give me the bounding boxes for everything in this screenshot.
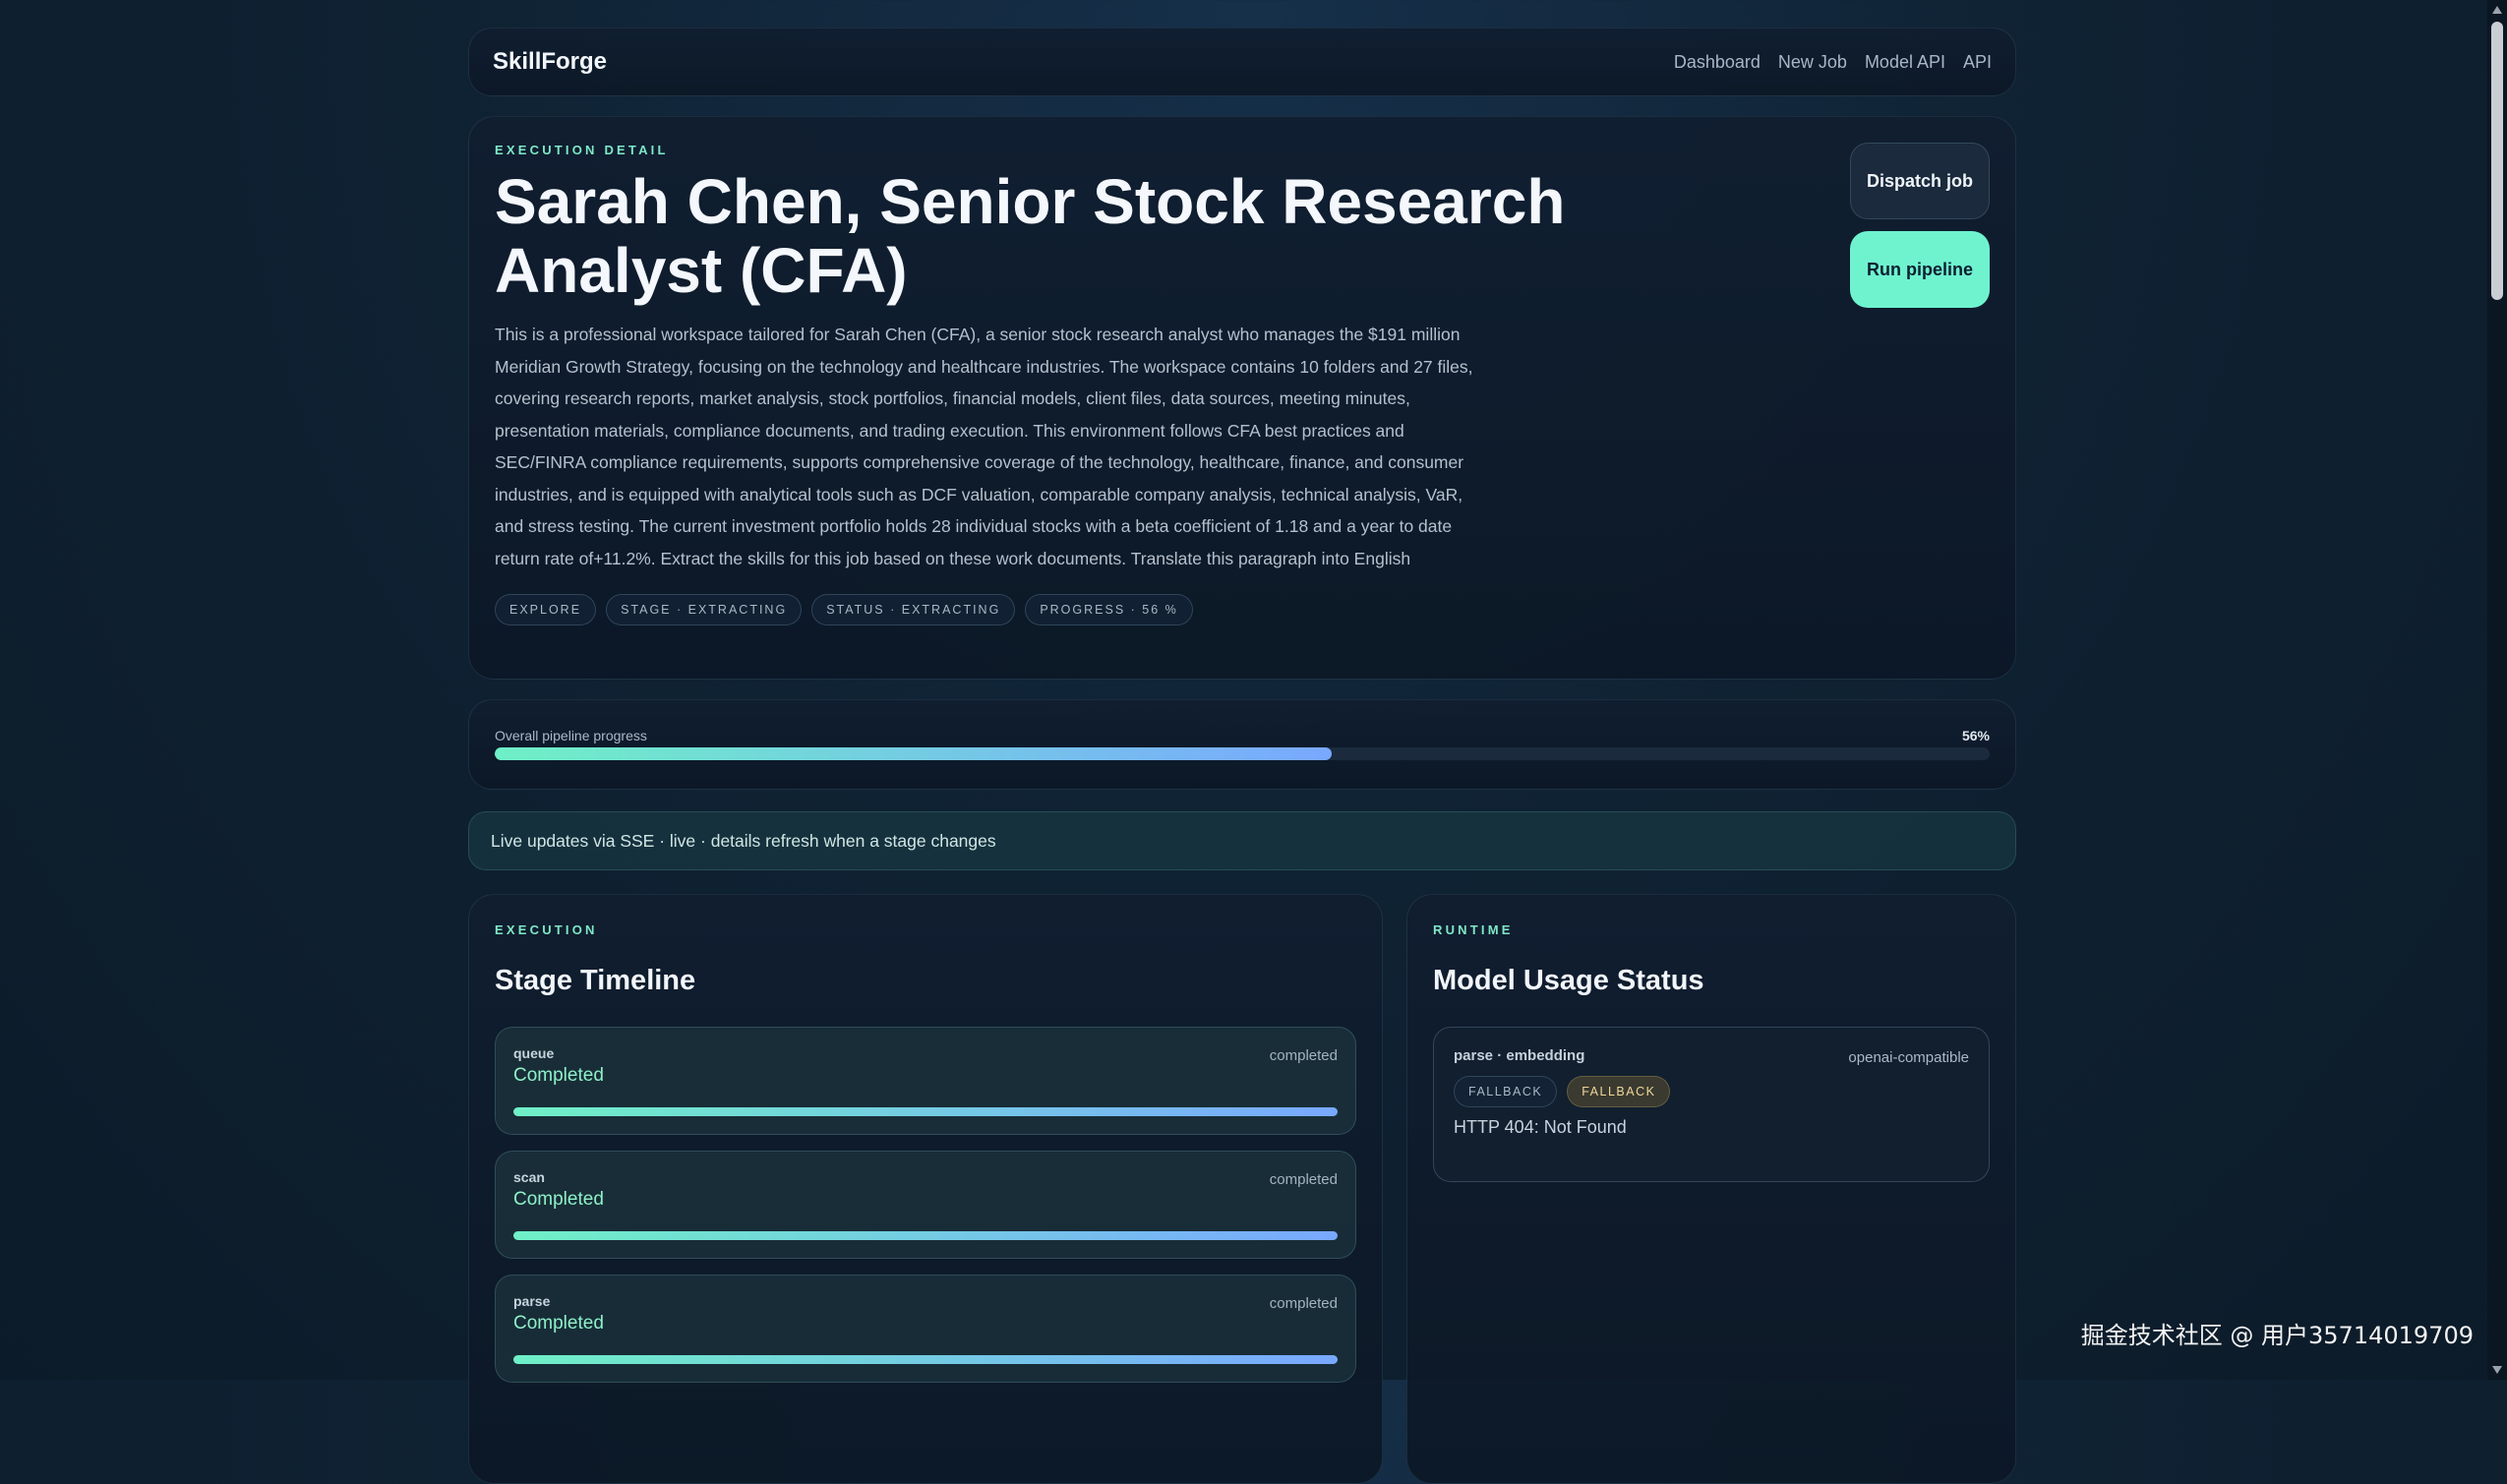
stage-item-parse: parse Completed completed [495, 1275, 1356, 1383]
fallback-warning-badge: FALLBACK [1567, 1076, 1671, 1107]
usage-error: HTTP 404: Not Found [1454, 1117, 1627, 1137]
execution-detail-eyebrow: EXECUTION DETAIL [495, 143, 669, 157]
stage-state: Completed [513, 1065, 604, 1086]
progress-track [495, 747, 1990, 760]
nav-link-new-job[interactable]: New Job [1778, 52, 1847, 73]
bottom-row: EXECUTION Stage Timeline queue Completed… [468, 894, 2016, 1484]
stage-status: completed [1269, 1047, 1338, 1064]
top-nav: SkillForge Dashboard New Job Model API A… [468, 28, 2016, 96]
job-description: This is a professional workspace tailore… [495, 325, 1473, 568]
run-pipeline-button[interactable]: Run pipeline [1850, 231, 1990, 308]
stage-timeline-panel: EXECUTION Stage Timeline queue Completed… [468, 894, 1383, 1484]
fallback-badge: FALLBACK [1454, 1076, 1558, 1107]
live-updates-banner: Live updates via SSE · live · details re… [468, 811, 2016, 870]
dispatch-job-button[interactable]: Dispatch job [1850, 143, 1990, 219]
stage-name: queue [513, 1045, 555, 1061]
stage-progress-bar [513, 1231, 1338, 1240]
progress-label: Overall pipeline progress [495, 728, 647, 743]
execution-eyebrow: EXECUTION [495, 922, 598, 937]
nav-link-api[interactable]: API [1963, 52, 1992, 73]
stage-progress-bar [513, 1107, 1338, 1116]
usage-badges: FALLBACK FALLBACK [1454, 1076, 1969, 1107]
stage-item-scan: scan Completed completed [495, 1151, 1356, 1259]
stage-status: completed [1269, 1171, 1338, 1188]
scroll-down-arrow-icon[interactable] [2492, 1366, 2502, 1374]
stage-state: Completed [513, 1189, 604, 1210]
nav-link-dashboard[interactable]: Dashboard [1674, 52, 1761, 73]
stage-name: parse [513, 1293, 551, 1309]
chip-mode: EXPLORE [495, 594, 597, 625]
usage-provider: openai-compatible [1848, 1049, 1969, 1066]
stage-status: completed [1269, 1295, 1338, 1312]
model-usage-item: parse · embedding openai-compatible FALL… [1433, 1027, 1990, 1182]
stage-state: Completed [513, 1313, 604, 1334]
chip-stage: STAGE · EXTRACTING [606, 594, 803, 625]
nav-link-model-api[interactable]: Model API [1865, 52, 1945, 73]
status-chips: EXPLORE STAGE · EXTRACTING STATUS · EXTR… [495, 594, 1990, 625]
model-usage-panel: RUNTIME Model Usage Status parse · embed… [1406, 894, 2016, 1484]
runtime-eyebrow: RUNTIME [1433, 922, 1514, 937]
scroll-up-arrow-icon[interactable] [2492, 6, 2502, 14]
nav-links: Dashboard New Job Model API API [1674, 52, 1992, 73]
chip-status: STATUS · EXTRACTING [811, 594, 1016, 625]
pipeline-progress-card: Overall pipeline progress 56% [468, 699, 2016, 790]
page-scrollbar[interactable] [2487, 0, 2507, 1380]
page-title: Sarah Chen, Senior Stock Research Analys… [495, 166, 1566, 306]
progress-fill [495, 747, 1333, 760]
chip-progress: PROGRESS · 56 % [1025, 594, 1193, 625]
stage-progress-bar [513, 1355, 1338, 1364]
progress-value: 56% [1961, 728, 1990, 743]
scrollbar-thumb[interactable] [2491, 22, 2503, 300]
stage-name: scan [513, 1169, 545, 1185]
model-usage-title: Model Usage Status [1433, 965, 1704, 996]
execution-detail-card: EXECUTION DETAIL Sarah Chen, Senior Stoc… [468, 116, 2016, 680]
stage-timeline-title: Stage Timeline [495, 965, 696, 996]
brand-logo[interactable]: SkillForge [493, 48, 607, 76]
stage-item-queue: queue Completed completed [495, 1027, 1356, 1135]
page-container: SkillForge Dashboard New Job Model API A… [468, 28, 2016, 1484]
action-buttons: Dispatch job Run pipeline [1850, 143, 1990, 308]
watermark: 掘金技术社区 @ 用户35714019709 [2080, 1322, 2474, 1349]
